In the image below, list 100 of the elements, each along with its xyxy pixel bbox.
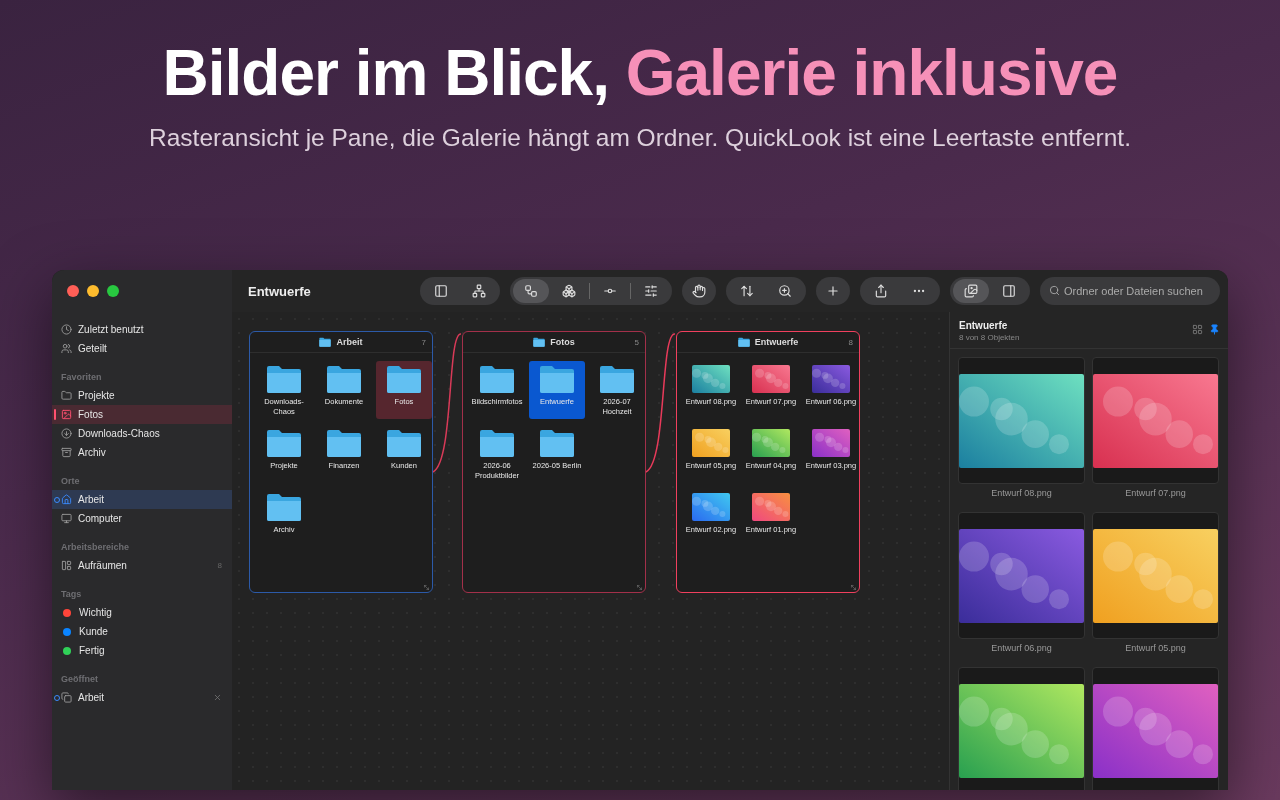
inspector-icon <box>1002 284 1016 298</box>
folder-icon <box>539 364 575 394</box>
sidebar-label: Aufräumen <box>78 560 128 571</box>
grid-icon[interactable] <box>1192 324 1203 335</box>
thumbnail-label: Entwurf 08.png <box>991 487 1052 500</box>
subtitle: Rasteransicht je Pane, die Galerie hängt am Ordner. QuickLook ist eine Leertaste entfernt. <box>149 124 1131 152</box>
folder-icon <box>266 364 302 394</box>
sidebar-label: Archiv <box>78 447 107 458</box>
thumbnail-card[interactable] <box>958 667 1085 790</box>
image-icon <box>61 409 72 420</box>
sidebar-label: Zuletzt benutzt <box>78 324 145 335</box>
pane-title: Fotos <box>550 337 575 347</box>
headline: Bilder im Blick, Galerie inklusive <box>162 36 1118 110</box>
flow-icon <box>524 284 538 298</box>
thumbnail-label: Entwurf 07.png <box>1125 487 1186 500</box>
folder-icon <box>326 428 362 458</box>
monitor-icon <box>61 513 72 524</box>
sidebar-item[interactable]: Arbeit <box>52 490 232 509</box>
folder-icon <box>599 364 635 394</box>
search-icon <box>1049 285 1060 296</box>
item-count: 8 <box>848 337 853 347</box>
folder-icon <box>479 364 515 394</box>
thumbnail-card[interactable] <box>1092 512 1219 639</box>
sidebar-icon <box>434 284 448 298</box>
folder-icon <box>326 364 362 394</box>
section-heading: Arbeitsbereiche <box>60 541 131 554</box>
nodes-icon <box>562 284 576 298</box>
pin-icon[interactable] <box>1209 324 1220 335</box>
folder-icon <box>533 337 546 347</box>
sidebar-item[interactable]: Wichtig <box>52 603 232 622</box>
sidebar-label: Fotos <box>78 409 104 420</box>
resize-icon[interactable] <box>423 584 430 591</box>
plus-icon <box>826 284 840 298</box>
zoom-button[interactable] <box>107 285 119 297</box>
thumbnail-label: Entwurf 06.png <box>991 642 1052 655</box>
share-icon <box>874 284 888 298</box>
close-button[interactable] <box>67 285 79 297</box>
item-count: 7 <box>421 337 426 347</box>
resize-icon[interactable] <box>636 584 643 591</box>
folder-icon <box>539 428 575 458</box>
resize-icon[interactable] <box>850 584 857 591</box>
sidebar-item[interactable]: Downloads-Chaos <box>52 424 232 443</box>
sidebar-item[interactable]: Computer <box>52 509 232 528</box>
section-heading: Favoriten <box>60 371 103 384</box>
folder-icon <box>319 337 332 347</box>
folder-icon <box>479 428 515 458</box>
people-icon <box>61 343 72 354</box>
hand-icon <box>692 284 706 298</box>
search-field[interactable]: Ordner oder Dateien suchen <box>1040 277 1220 305</box>
zoom-icon <box>778 284 792 298</box>
windows-icon <box>61 692 72 703</box>
sidebar-item[interactable]: Fertig <box>52 641 232 660</box>
folder-icon <box>386 428 422 458</box>
thumbnail-card[interactable] <box>958 512 1085 639</box>
close-icon[interactable] <box>213 693 222 702</box>
sidebar-item[interactable]: Kunde <box>52 622 232 641</box>
sidebar-label: Computer <box>78 513 123 524</box>
window-title: Entwuerfe <box>248 283 312 299</box>
sidebar-label: Wichtig <box>79 607 113 618</box>
section-heading: Orte <box>60 475 81 488</box>
thumbnail-card[interactable] <box>1092 357 1219 484</box>
toolbar-button[interactable] <box>953 279 989 303</box>
folder-icon <box>266 492 302 522</box>
sidebar-item[interactable]: Fotos <box>52 405 232 424</box>
clock-icon <box>61 324 72 335</box>
sidebar-label: Arbeit <box>78 692 106 703</box>
sidebar-label: Arbeit <box>78 494 106 505</box>
sort-icon <box>740 284 754 298</box>
gallery-count: 8 von 8 Objekten <box>959 333 1021 342</box>
network-icon <box>472 284 486 298</box>
sidebar-item[interactable]: Arbeit <box>52 688 232 707</box>
sidebar-label: Kunde <box>79 626 109 637</box>
sliders-icon <box>644 284 658 298</box>
toolbar-button[interactable] <box>513 279 549 303</box>
folder-icon <box>61 390 72 401</box>
item-count: 5 <box>634 337 639 347</box>
folder-icon <box>737 337 750 347</box>
gallery-title: Entwuerfe <box>959 320 1009 331</box>
thumbnail-card[interactable] <box>958 357 1085 484</box>
sidebar-label: Fertig <box>79 645 106 656</box>
thumbnail-card[interactable] <box>1092 667 1219 790</box>
sidebar-label: Geteilt <box>78 343 108 354</box>
section-heading: Tags <box>60 588 83 601</box>
pane-title: Entwuerfe <box>754 337 799 347</box>
home-icon <box>61 494 72 505</box>
workspace-icon <box>61 560 72 571</box>
download-icon <box>61 428 72 439</box>
archive-icon <box>61 447 72 458</box>
sidebar-label: Downloads-Chaos <box>78 428 161 439</box>
minimize-button[interactable] <box>87 285 99 297</box>
sidebar-item[interactable]: Geteilt <box>52 339 232 358</box>
sidebar-item[interactable]: Zuletzt benutzt <box>52 320 232 339</box>
sidebar-item[interactable]: Archiv <box>52 443 232 462</box>
folder-icon <box>266 428 302 458</box>
folder-icon <box>386 364 422 394</box>
thumbnail-label: Entwurf 05.png <box>1125 642 1186 655</box>
sidebar-label: Projekte <box>78 390 116 401</box>
sidebar-item[interactable]: Projekte <box>52 386 232 405</box>
pane-title: Arbeit <box>336 337 363 347</box>
gallery-icon <box>964 284 978 298</box>
